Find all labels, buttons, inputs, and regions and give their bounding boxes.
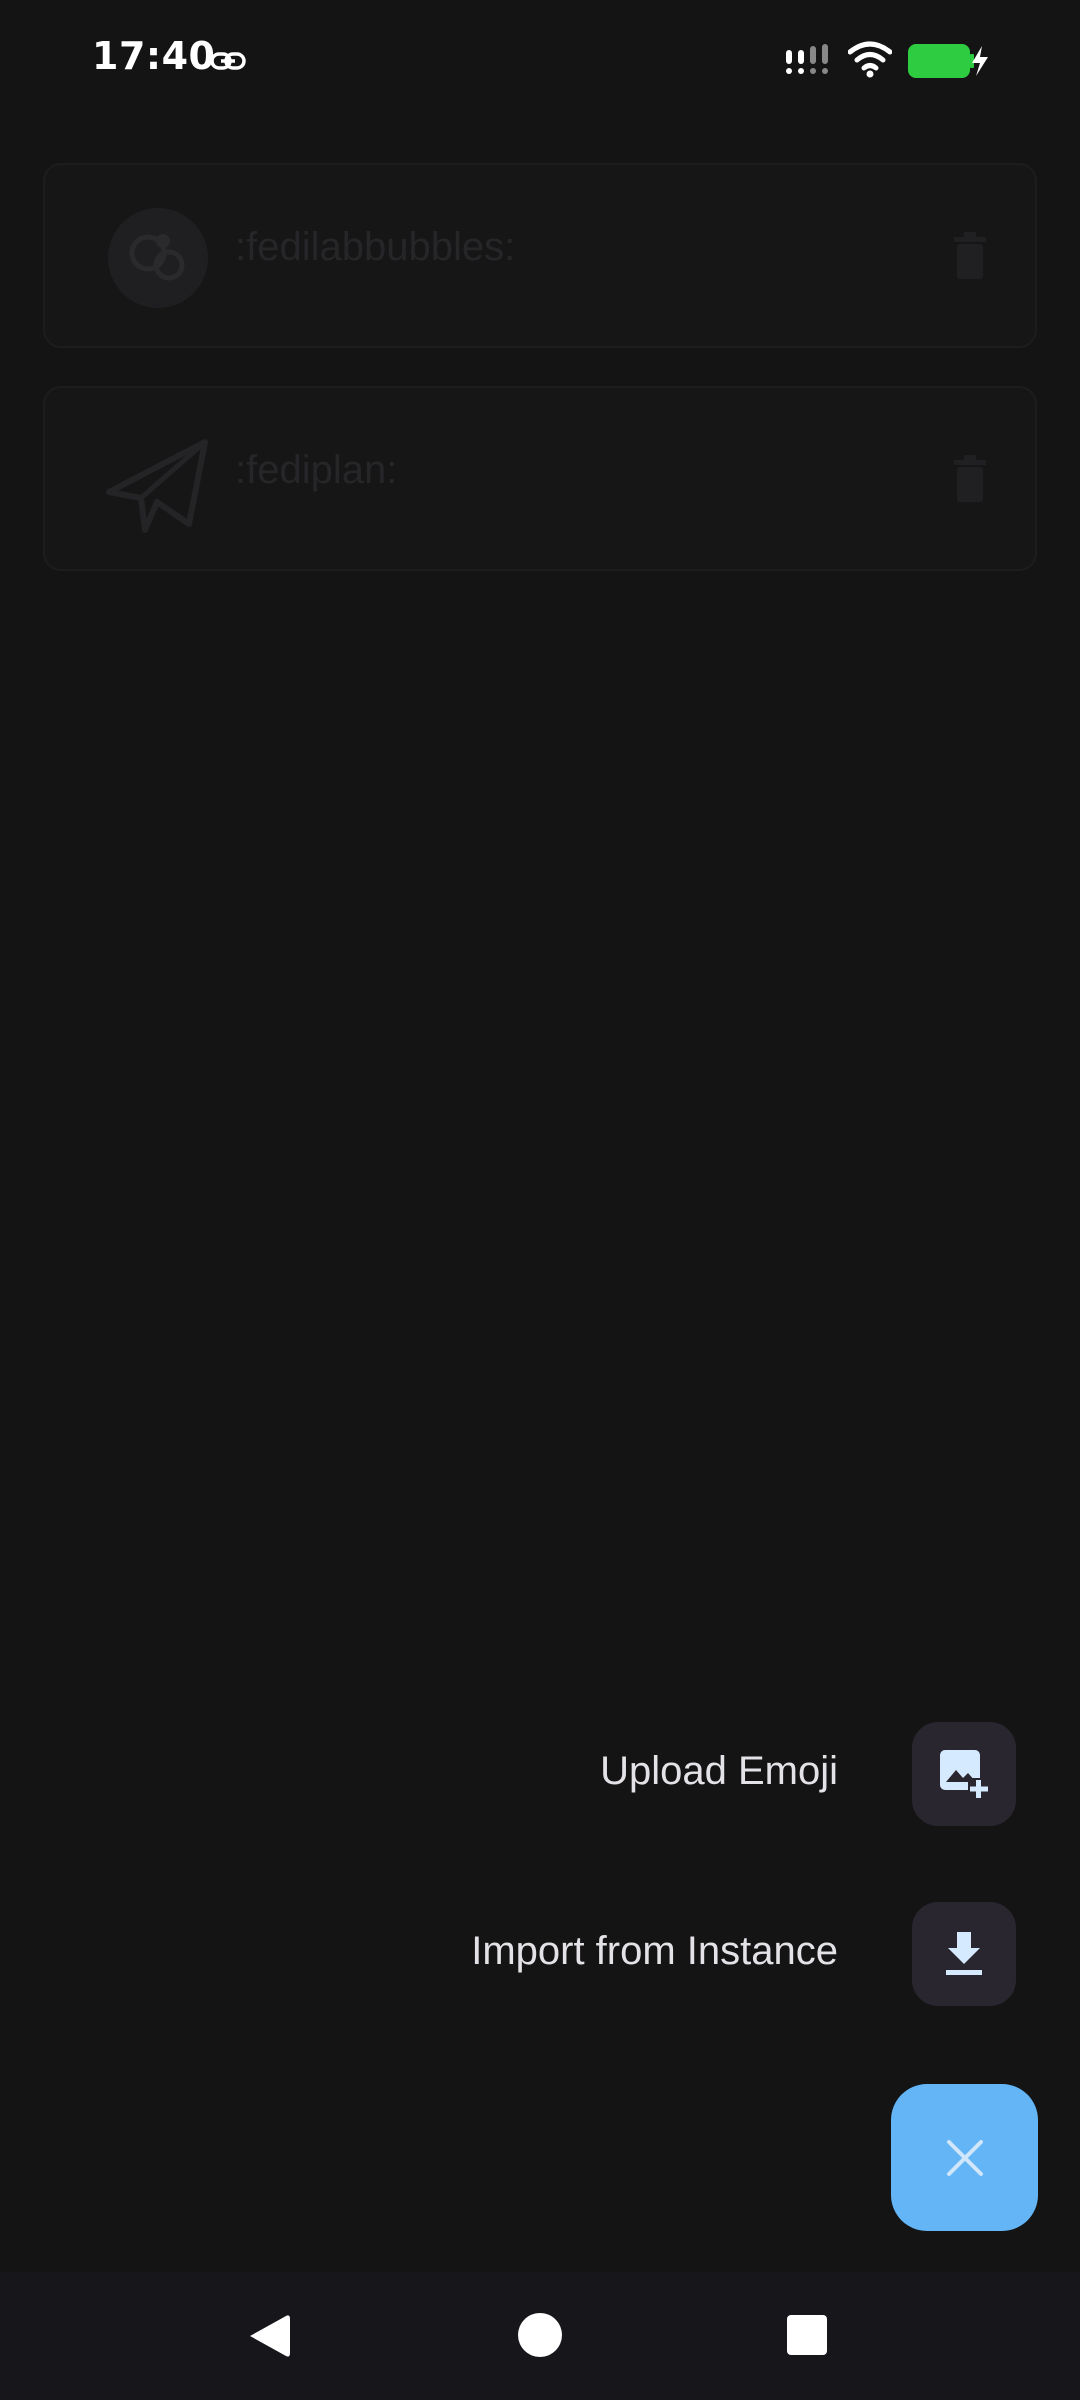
upload-emoji-button[interactable] bbox=[912, 1722, 1016, 1826]
home-icon[interactable] bbox=[517, 2312, 563, 2358]
import-from-instance-label[interactable]: Import from Instance bbox=[471, 1929, 838, 1974]
add-photo-icon bbox=[940, 1750, 990, 1800]
close-fab-button[interactable] bbox=[891, 2084, 1038, 2231]
recents-icon[interactable] bbox=[786, 2314, 828, 2356]
back-icon[interactable] bbox=[246, 2312, 294, 2360]
system-navigation-bar bbox=[0, 2272, 1080, 2400]
import-from-instance-button[interactable] bbox=[912, 1902, 1016, 2006]
download-icon bbox=[946, 1932, 982, 1975]
upload-emoji-label[interactable]: Upload Emoji bbox=[600, 1749, 838, 1794]
close-icon bbox=[946, 2139, 983, 2176]
